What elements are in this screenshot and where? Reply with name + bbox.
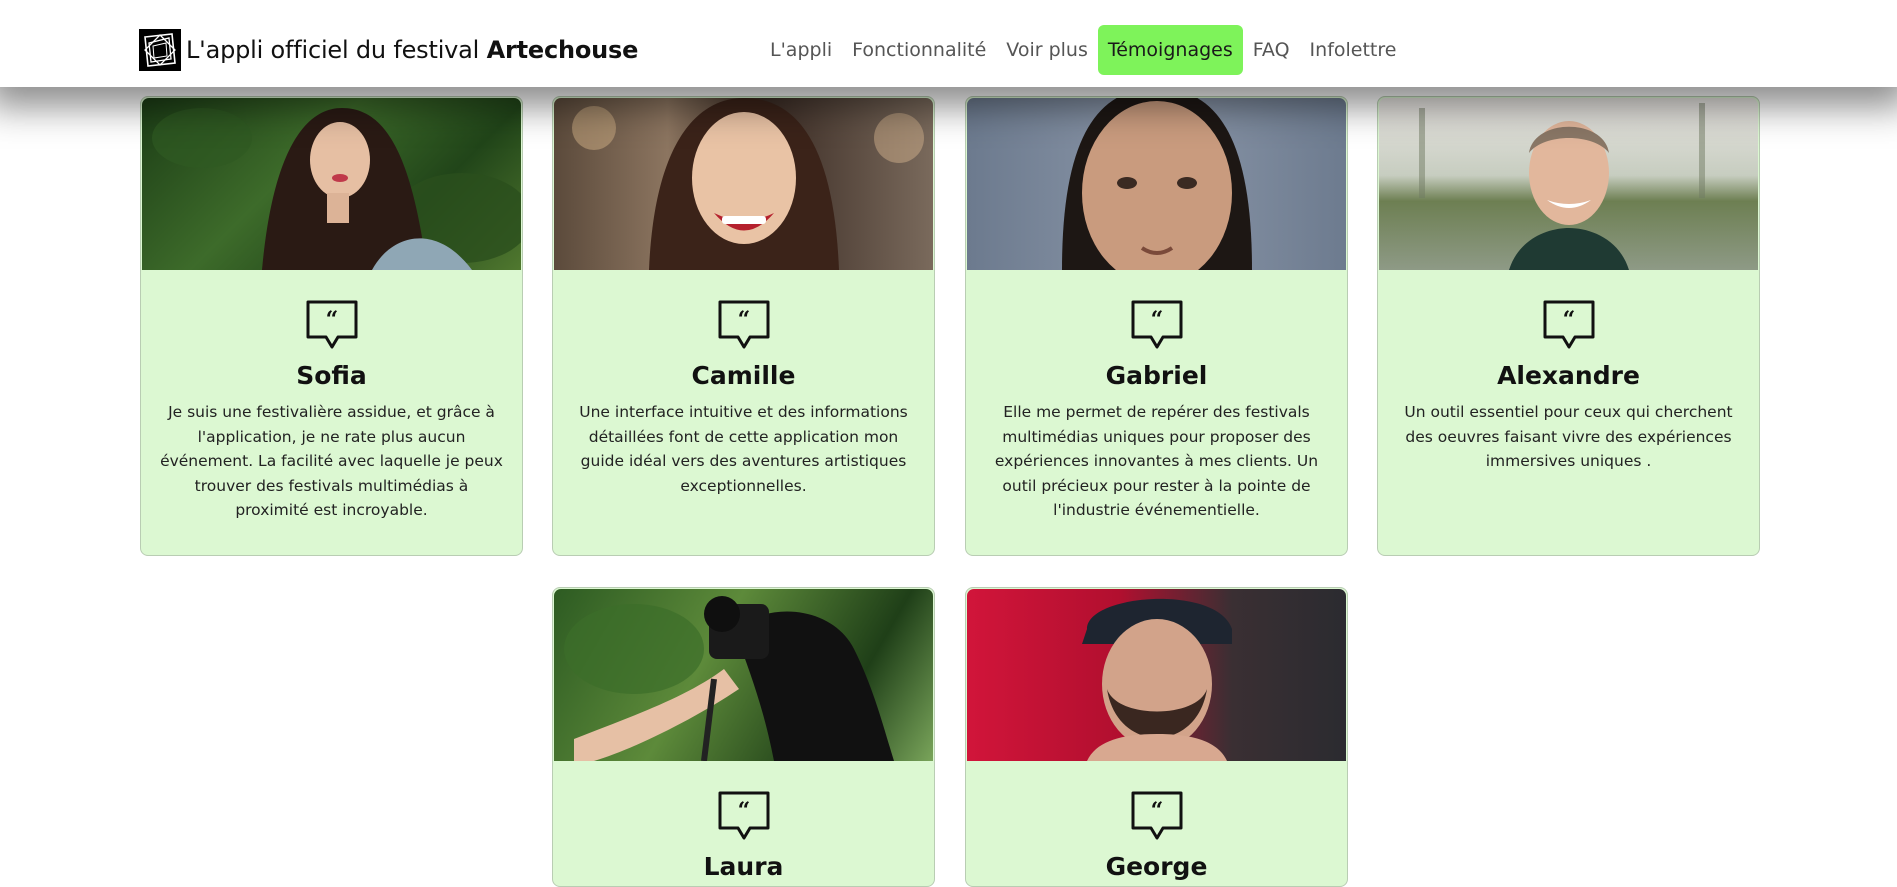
testimonial-photo: [1379, 98, 1758, 270]
svg-text:“: “: [325, 307, 338, 333]
navbar: L'appli officiel du festival Artechouse …: [0, 0, 1897, 87]
quote-bubble-icon: “: [1131, 791, 1182, 840]
testimonial-name: Gabriel: [1105, 361, 1208, 390]
quote-bubble-icon: “: [718, 300, 769, 349]
svg-text:“: “: [737, 798, 750, 824]
testimonial-card-george: “ George: [965, 587, 1348, 887]
nav-link-lappli[interactable]: L'appli: [760, 25, 842, 75]
quote-bubble-icon: “: [718, 791, 769, 840]
testimonial-text: Elle me permet de repérer des festivals …: [994, 403, 1319, 519]
svg-text:“: “: [1150, 307, 1163, 333]
main-nav: L'appli Fonctionnalité Voir plus Témoign…: [760, 25, 1406, 75]
quote-bubble-icon: “: [1131, 300, 1182, 349]
nav-link-infolettre[interactable]: Infolettre: [1300, 25, 1407, 75]
testimonial-card-laura: “ Laura: [552, 587, 935, 887]
nav-link-temoignages[interactable]: Témoignages: [1097, 25, 1243, 75]
quote-bubble-icon: “: [306, 300, 357, 349]
brand-name: Artechouse: [486, 36, 639, 64]
testimonial-text: Un outil essentiel pour ceux qui cherche…: [1404, 403, 1733, 470]
brand-title: L'appli officiel du festival Artechouse: [186, 36, 638, 64]
testimonial-name: Sofia: [296, 361, 367, 390]
testimonial-photo: [554, 589, 933, 761]
svg-text:“: “: [1562, 307, 1575, 333]
testimonial-photo: [554, 98, 933, 270]
svg-text:“: “: [737, 307, 750, 333]
artechouse-logo-icon: [139, 29, 181, 71]
testimonial-card-camille: “ Camille Une interface intuitive et des…: [552, 96, 935, 556]
testimonial-photo: [967, 589, 1346, 761]
brand[interactable]: L'appli officiel du festival Artechouse: [139, 28, 638, 72]
quote-bubble-icon: “: [1543, 300, 1594, 349]
nav-link-fonctionnalite[interactable]: Fonctionnalité: [842, 25, 996, 75]
testimonial-text: Je suis une festivalière assidue, et grâ…: [160, 403, 503, 519]
svg-text:“: “: [1150, 798, 1163, 824]
nav-link-faq[interactable]: FAQ: [1243, 25, 1300, 75]
nav-link-voir-plus[interactable]: Voir plus: [996, 25, 1098, 75]
testimonial-text: Une interface intuitive et des informati…: [579, 403, 908, 495]
testimonial-card-alexandre: “ Alexandre Un outil essentiel pour ceux…: [1377, 96, 1760, 556]
testimonial-name: Alexandre: [1497, 361, 1640, 390]
testimonial-card-sofia: “ Sofia Je suis une festivalière assidue…: [140, 96, 523, 556]
testimonial-photo: [142, 98, 521, 270]
testimonial-photo: [967, 98, 1346, 270]
testimonial-card-gabriel: “ Gabriel Elle me permet de repérer des …: [965, 96, 1348, 556]
testimonial-name: Camille: [691, 361, 796, 390]
brand-prefix: L'appli officiel du festival: [186, 36, 487, 64]
